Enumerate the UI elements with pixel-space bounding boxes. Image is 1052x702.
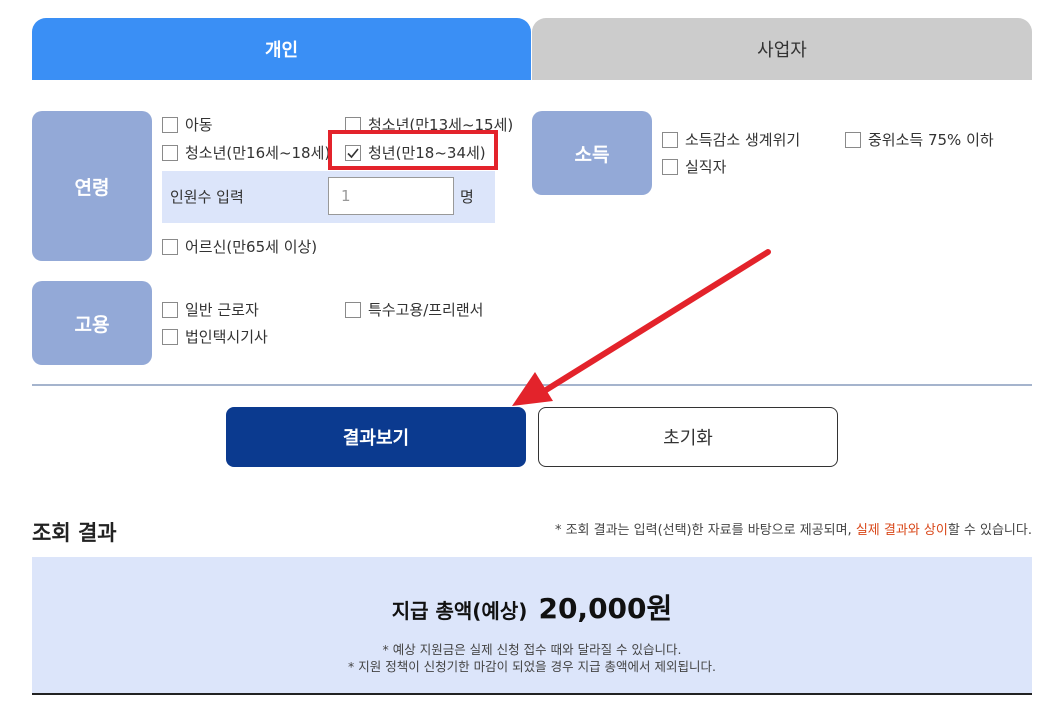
total-amount: 20,000원 — [538, 592, 673, 625]
total-amount-row: 지급 총액(예상) 20,000원 — [32, 587, 1032, 627]
disclaimer-text: * 조회 결과는 입력(선택)한 자료를 바탕으로 제공되며, — [554, 523, 856, 538]
disclaimer-text-end: 할 수 있습니다. — [947, 523, 1032, 538]
total-label: 지급 총액(예상) — [391, 599, 528, 623]
sub-note-2: * 지원 정책이 신청기한 마감이 되었을 경우 지급 총액에서 제외됩니다. — [348, 659, 716, 674]
result-summary-box: 지급 총액(예상) 20,000원 * 예상 지원금은 실제 신청 접수 때와 … — [32, 557, 1032, 693]
disclaimer-highlight: 실제 결과와 상이 — [855, 523, 948, 538]
table-top-border — [32, 693, 1032, 695]
result-disclaimer: * 조회 결과는 입력(선택)한 자료를 바탕으로 제공되며, 실제 결과와 상… — [555, 519, 1032, 538]
result-title: 조회 결과 — [32, 521, 117, 545]
